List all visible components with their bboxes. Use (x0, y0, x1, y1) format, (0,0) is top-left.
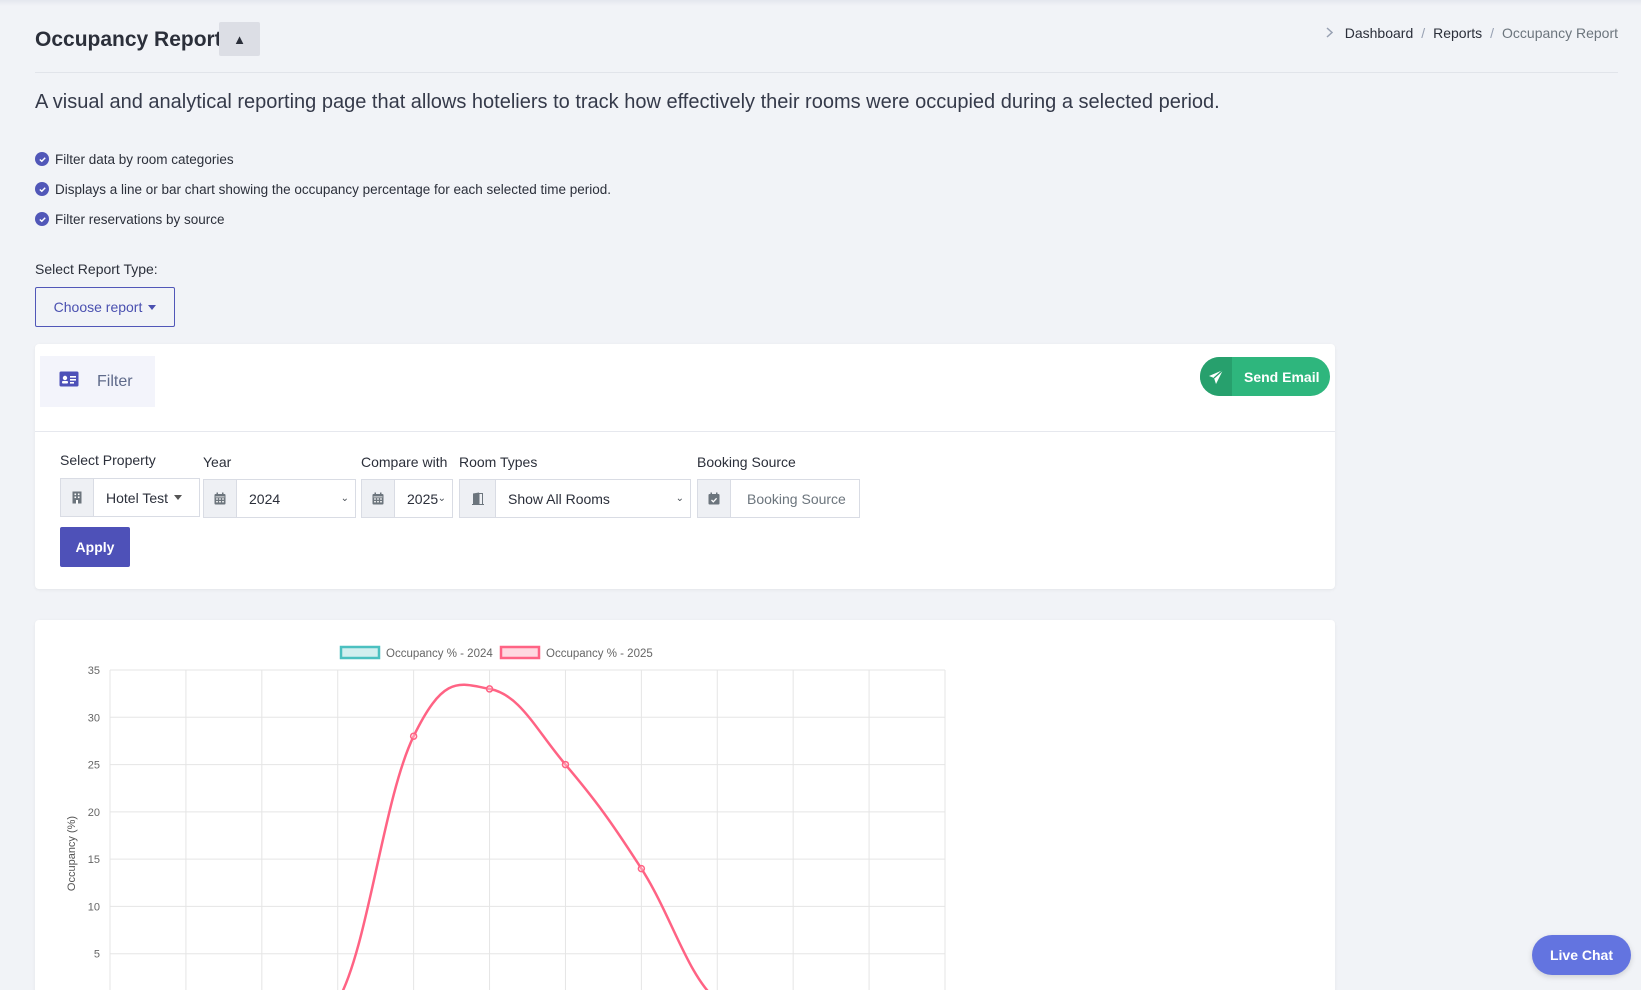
year-value-wrap: 2024 ⌄ (237, 480, 355, 517)
feature-item: Filter reservations by source (35, 204, 611, 234)
feature-text: Filter reservations by source (55, 211, 225, 227)
compare-year-select[interactable]: 2025 ⌄ (361, 479, 453, 518)
card-divider (35, 431, 1335, 432)
live-chat-button[interactable]: Live Chat (1532, 935, 1631, 975)
id-card-icon (59, 371, 79, 392)
booking-source-placeholder: Booking Source (747, 490, 846, 507)
year-select[interactable]: 2024 ⌄ (203, 479, 356, 518)
caret-down-icon (174, 495, 182, 500)
apply-button[interactable]: Apply (60, 527, 130, 567)
room-types-select[interactable]: Show All Rooms ⌄ (459, 479, 691, 518)
report-type-label: Select Report Type: (35, 261, 158, 277)
y-tick-label: 20 (88, 807, 100, 819)
feature-text: Filter data by room categories (55, 151, 234, 167)
data-point (409, 732, 418, 740)
chevron-right-icon (1326, 26, 1333, 41)
page-header: Occupancy Report ▲ Dashboard / Reports /… (35, 22, 1618, 73)
top-shadow (0, 0, 1641, 6)
filter-card: Filter Send Email Select Property Hotel … (35, 344, 1335, 589)
property-value-wrap: Hotel Test (94, 479, 199, 516)
y-tick-label: 25 (88, 760, 100, 772)
choose-report-label: Choose report (53, 299, 143, 315)
occupancy-chart: 5 10 15 20 25 30 35 Occupancy (%) Occupancy % - … (66, 645, 946, 990)
door-icon (460, 480, 496, 517)
breadcrumb-reports-link[interactable]: Reports (1433, 25, 1482, 41)
choose-report-dropdown[interactable]: Choose report (35, 287, 175, 327)
room-types-value: Show All Rooms (508, 490, 610, 507)
filter-tab[interactable]: Filter (40, 356, 155, 407)
caret-down-icon (148, 304, 157, 310)
y-tick-label: 15 (88, 854, 100, 866)
legend-label: Occupancy % - 2025 (546, 648, 653, 660)
y-tick-label: 5 (94, 949, 100, 961)
calendar-icon (204, 480, 237, 517)
legend-swatch (339, 645, 381, 660)
room-types-value-wrap: Show All Rooms ⌄ (496, 480, 690, 517)
feature-item: Filter data by room categories (35, 144, 611, 174)
compare-label: Compare with (361, 454, 448, 470)
send-email-button[interactable]: Send Email (1200, 357, 1330, 396)
page-description: A visual and analytical reporting page t… (35, 91, 1220, 113)
booking-source-label: Booking Source (697, 454, 796, 470)
calendar-check-icon (698, 480, 731, 517)
property-value: Hotel Test (106, 489, 168, 506)
year-label: Year (203, 454, 232, 470)
building-icon (61, 479, 94, 516)
year-value: 2024 (249, 490, 281, 507)
room-types-label: Room Types (459, 454, 538, 470)
data-point (485, 685, 494, 693)
y-tick-label: 10 (88, 901, 100, 913)
property-label: Select Property (60, 452, 156, 468)
breadcrumb-dashboard-link[interactable]: Dashboard (1345, 25, 1414, 41)
breadcrumb-separator: / (1490, 25, 1495, 41)
feature-item: Displays a line or bar chart showing the… (35, 174, 611, 204)
booking-source-field[interactable]: Booking Source (697, 479, 860, 518)
filter-tab-label: Filter (97, 372, 133, 390)
legend-label: Occupancy % - 2024 (386, 648, 493, 660)
breadcrumb: Dashboard / Reports / Occupancy Report (1326, 25, 1618, 41)
calendar-icon (362, 480, 395, 517)
check-circle-icon (35, 182, 49, 196)
collapse-toggle-button[interactable]: ▲ (219, 22, 260, 56)
data-point (561, 760, 570, 769)
data-point (637, 864, 646, 873)
series-line (341, 683, 709, 990)
property-select[interactable]: Hotel Test (60, 478, 200, 517)
compare-value: 2025 (407, 490, 439, 507)
legend-swatch (499, 645, 541, 660)
breadcrumb-separator: / (1421, 25, 1426, 41)
send-email-label: Send Email (1244, 368, 1320, 385)
feature-text: Displays a line or bar chart showing the… (55, 181, 612, 197)
chevron-down-icon: ⌄ (340, 493, 349, 504)
compare-value-wrap: 2025 ⌄ (395, 480, 452, 517)
feature-list: Filter data by room categories Displays … (35, 144, 611, 234)
chevron-down-icon: ⌄ (675, 493, 684, 504)
y-tick-label: 35 (88, 665, 100, 677)
chevron-down-icon: ⌄ (437, 493, 446, 504)
page-title: Occupancy Report (35, 28, 222, 51)
chart-card: 5 10 15 20 25 30 35 Occupancy (%) Occupancy % - … (35, 620, 1335, 990)
paper-plane-icon (1200, 357, 1232, 396)
breadcrumb-current: Occupancy Report (1502, 25, 1618, 41)
y-axis-label: Occupancy (%) (66, 816, 78, 891)
y-tick-label: 30 (88, 712, 100, 724)
plot-area (341, 683, 709, 990)
check-circle-icon (35, 152, 49, 166)
check-circle-icon (35, 212, 49, 226)
